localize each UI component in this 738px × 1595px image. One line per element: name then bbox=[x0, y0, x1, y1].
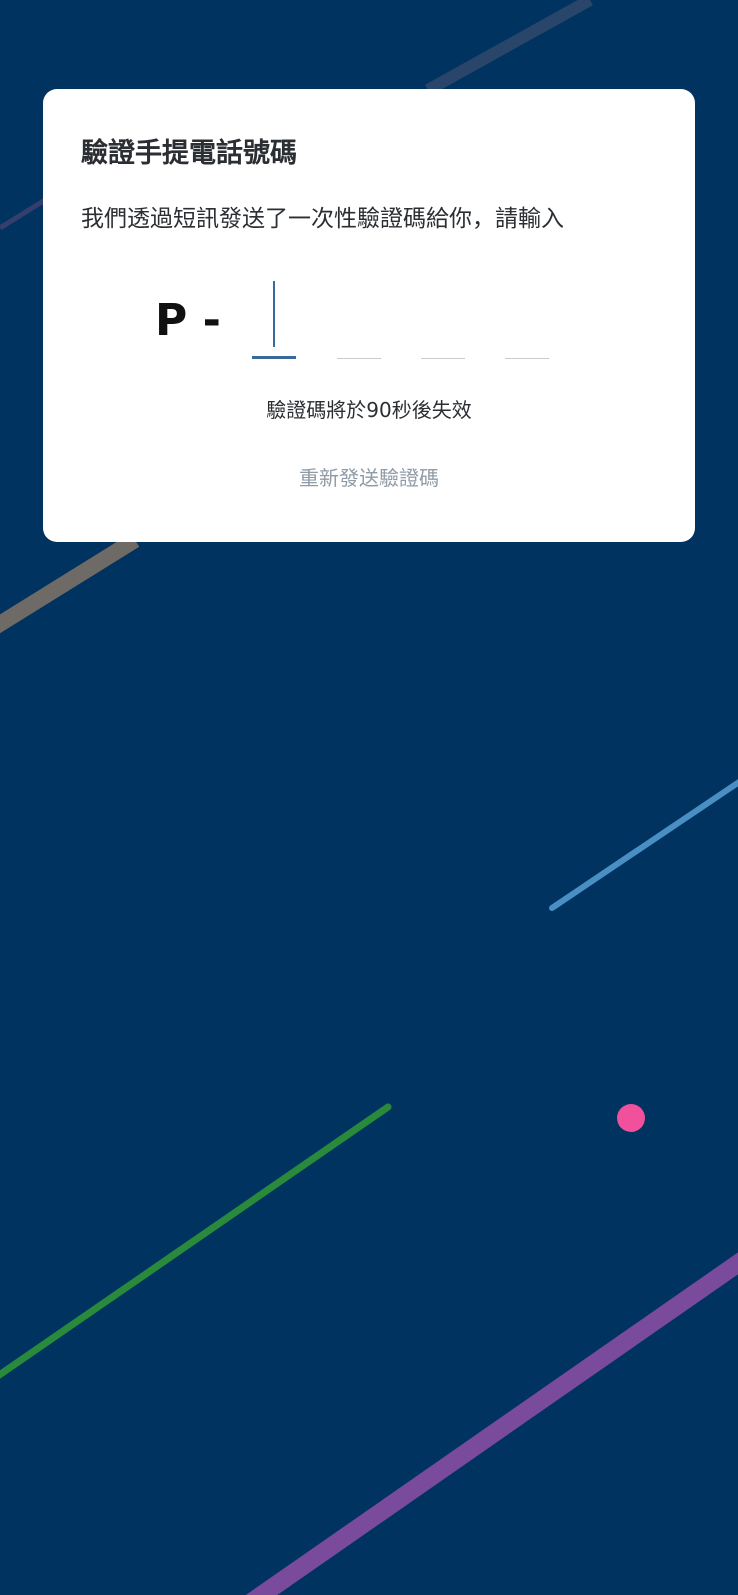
decor-line-gray bbox=[0, 533, 140, 634]
resend-code-button[interactable]: 重新發送驗證碼 bbox=[269, 463, 469, 493]
otp-digit-2-underline bbox=[337, 358, 381, 359]
otp-input-row: P - bbox=[43, 279, 695, 369]
decor-line-left-faint bbox=[0, 197, 47, 231]
decor-line-blue bbox=[549, 779, 738, 911]
otp-prefix: P - bbox=[155, 295, 221, 346]
otp-digit-2-input[interactable] bbox=[337, 279, 381, 359]
otp-expiry-text: 驗證碼將於90秒後失效 bbox=[266, 398, 472, 422]
card-description: 我們透過短訊發送了一次性驗證碼給你，請輸入 bbox=[81, 206, 564, 232]
decor-line-purple bbox=[245, 1252, 738, 1595]
text-cursor bbox=[273, 281, 275, 347]
otp-digit-4-input[interactable] bbox=[505, 279, 549, 359]
verification-card: 驗證手提電話號碼 我們透過短訊發送了一次性驗證碼給你，請輸入 P - 驗證碼將於… bbox=[43, 89, 695, 542]
otp-digit-1-underline bbox=[252, 356, 296, 359]
otp-digit-4-underline bbox=[505, 358, 549, 359]
decor-line-top-faint bbox=[425, 0, 593, 96]
otp-digit-1-input[interactable] bbox=[252, 279, 296, 359]
decor-line-green bbox=[0, 1103, 392, 1379]
otp-digit-3-underline bbox=[421, 358, 465, 359]
card-title: 驗證手提電話號碼 bbox=[81, 138, 297, 169]
decor-dot-pink bbox=[617, 1104, 645, 1132]
otp-digit-3-input[interactable] bbox=[421, 279, 465, 359]
